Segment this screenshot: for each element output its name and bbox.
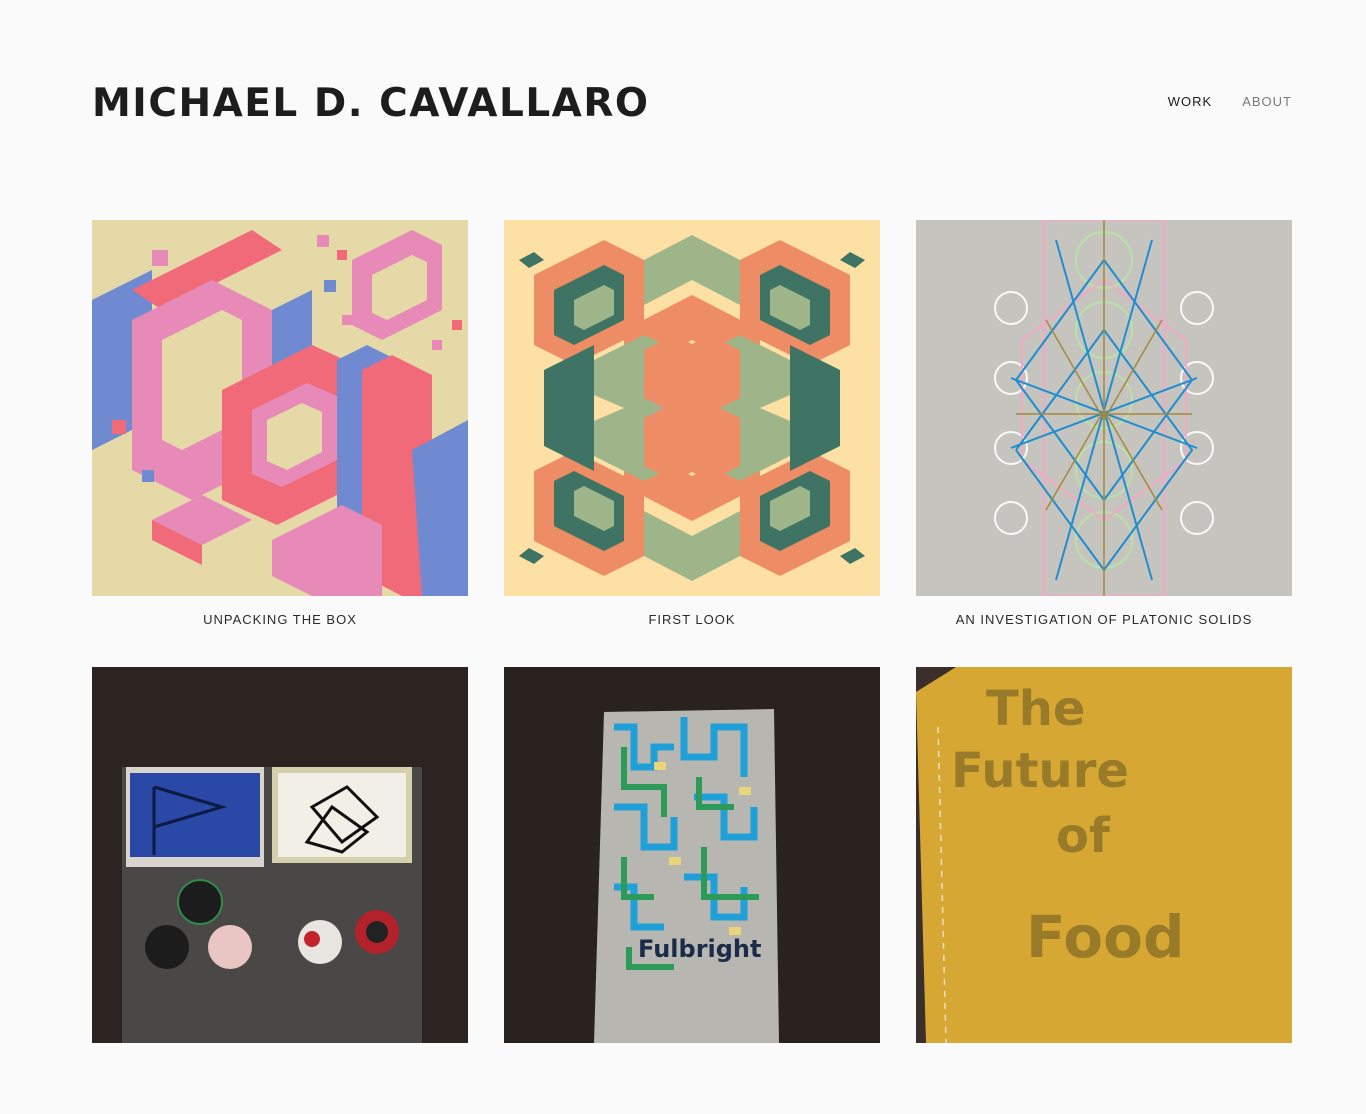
project-thumbnail-isometric-boxes[interactable] xyxy=(92,220,468,596)
main-nav: WORK ABOUT xyxy=(1168,94,1292,109)
project-card-platonic-solids[interactable]: AN INVESTIGATION OF PLATONIC SOLIDS xyxy=(916,220,1292,667)
project-title[interactable]: FIRST LOOK xyxy=(504,596,880,667)
fulbright-cover-text: Fulbright xyxy=(638,935,762,963)
project-thumbnail-geometric-drawing[interactable] xyxy=(916,220,1292,596)
svg-text:The: The xyxy=(986,681,1085,737)
svg-text:of: of xyxy=(1056,808,1111,864)
project-card-future-of-food[interactable]: The Future of Food xyxy=(916,667,1292,1114)
project-title[interactable]: AN INVESTIGATION OF PLATONIC SOLIDS xyxy=(916,596,1292,667)
project-card-unpacking-the-box[interactable]: UNPACKING THE BOX xyxy=(92,220,468,667)
svg-text:Future: Future xyxy=(951,743,1129,799)
project-card-fulbright-booklet[interactable]: Fulbright xyxy=(504,667,880,1114)
project-grid: UNPACKING THE BOX FIRST LOOK AN INVESTIG… xyxy=(92,220,1292,1114)
project-thumbnail-patch-packs-photo[interactable] xyxy=(92,667,468,1043)
project-card-patches-buttons[interactable] xyxy=(92,667,468,1114)
project-title[interactable] xyxy=(916,1043,1292,1114)
nav-work[interactable]: WORK xyxy=(1168,94,1212,109)
site-title[interactable]: MICHAEL D. CAVALLARO xyxy=(92,80,650,128)
nav-about[interactable]: ABOUT xyxy=(1242,94,1292,109)
project-thumbnail-fulbright-booklet-photo[interactable]: Fulbright xyxy=(504,667,880,1043)
project-card-first-look[interactable]: FIRST LOOK xyxy=(504,220,880,667)
project-thumbnail-symmetric-pattern[interactable] xyxy=(504,220,880,596)
project-title[interactable] xyxy=(92,1043,468,1114)
project-title[interactable]: UNPACKING THE BOX xyxy=(92,596,468,667)
project-title[interactable] xyxy=(504,1043,880,1114)
project-thumbnail-future-of-food-photo[interactable]: The Future of Food xyxy=(916,667,1292,1043)
